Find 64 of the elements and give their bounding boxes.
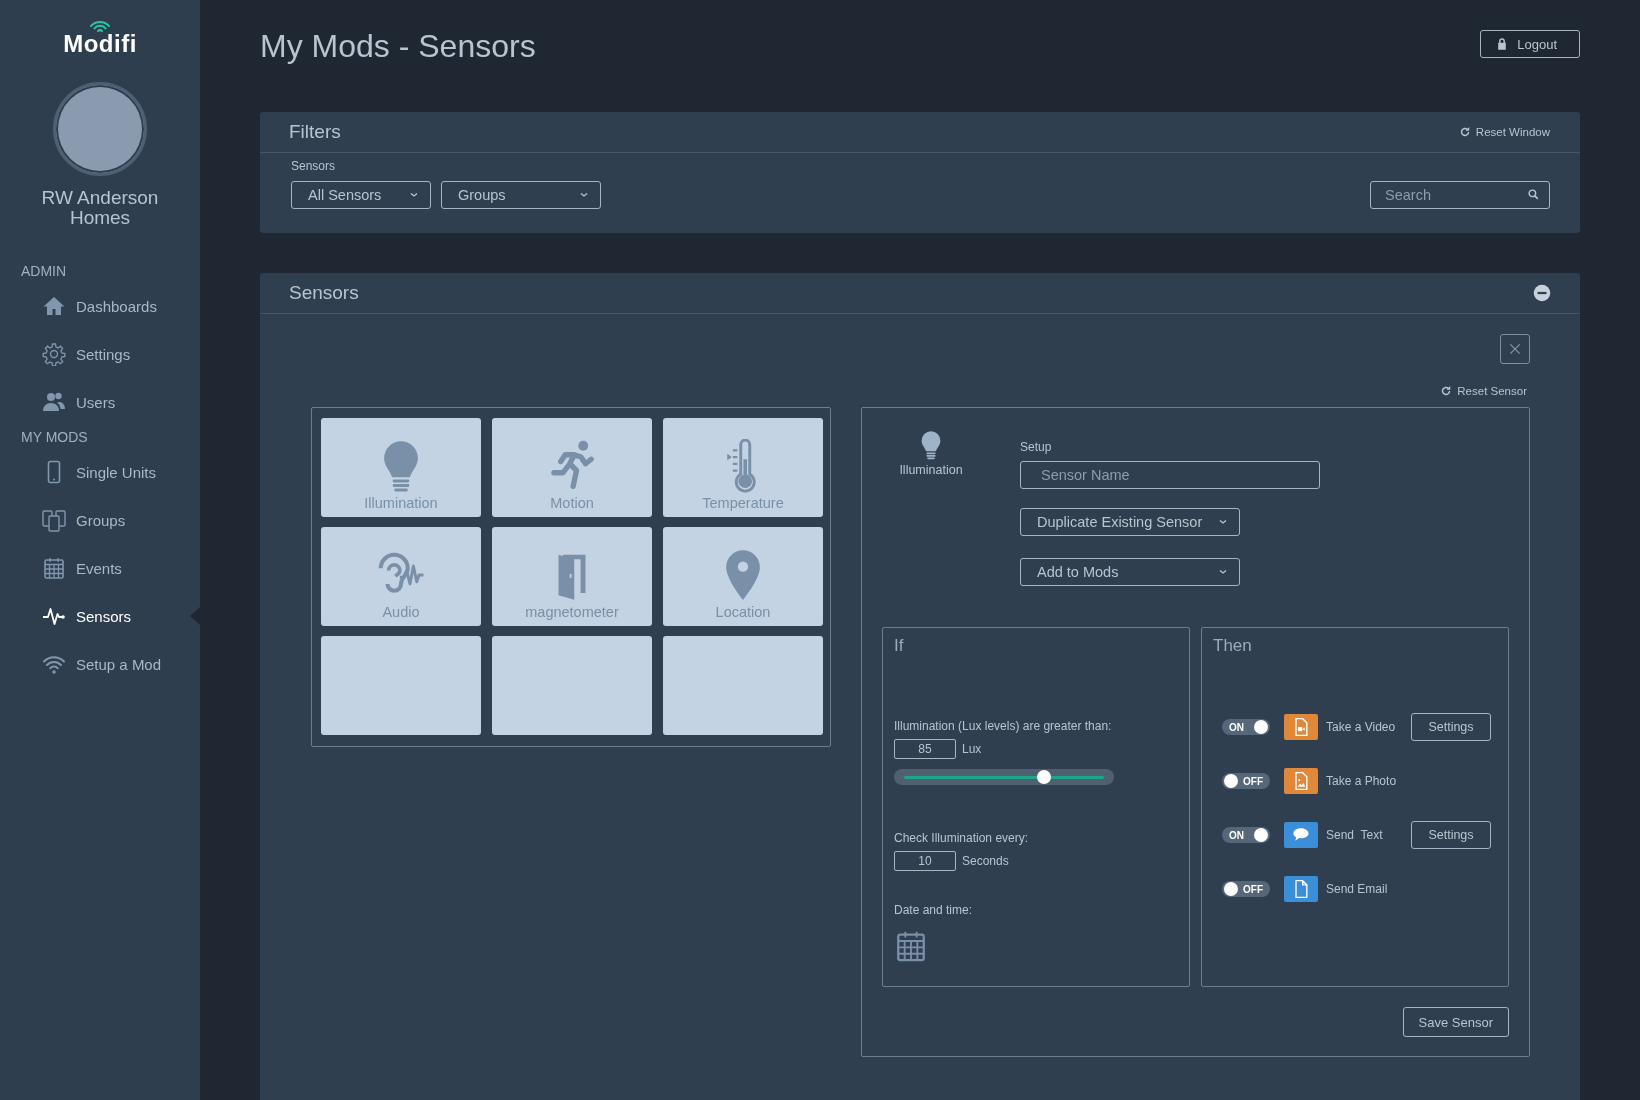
threshold-input[interactable]: 85 (894, 739, 956, 759)
logout-button[interactable]: Logout (1480, 30, 1580, 58)
action-label: Send Text (1326, 828, 1384, 842)
nav-item[interactable]: Setup a Mod (0, 640, 200, 688)
nav-item[interactable]: Settings (0, 330, 200, 378)
filter-dropdown[interactable]: All Sensors (291, 181, 431, 209)
action-label: Send Email (1326, 882, 1389, 896)
close-button[interactable] (1500, 334, 1530, 364)
nav-item[interactable]: Dashboards (0, 282, 200, 330)
brand-logo: Modifi (63, 32, 137, 56)
unit-label: Lux (962, 742, 982, 756)
nav-section-heading: MY MODS (20, 428, 89, 447)
settings-button[interactable]: Settings (1411, 713, 1491, 741)
wifi-icon (89, 20, 111, 32)
reset-window-link[interactable]: Reset Window (1458, 126, 1550, 138)
nav-item[interactable]: Users (0, 378, 200, 426)
gear-icon (42, 342, 66, 366)
reset-sensor-link[interactable]: Reset Sensor (1440, 385, 1527, 397)
unit-label: Seconds (962, 854, 1009, 868)
date-label: Date and time: (894, 903, 974, 917)
active-indicator (190, 607, 200, 625)
nav-item[interactable]: Single Units (0, 448, 200, 496)
nav-item[interactable]: Sensors (0, 592, 200, 640)
threshold-label: Illumination (Lux levels) are greater than: (894, 719, 1113, 733)
sensor-type-label: Illumination (899, 463, 963, 477)
page-title: My Mods - Sensors (260, 27, 536, 65)
calendar-icon (894, 929, 928, 963)
interval-input[interactable]: 10 (894, 851, 956, 871)
calendar-icon (42, 556, 66, 580)
empty-tile[interactable] (321, 636, 481, 735)
toggle-switch[interactable]: ON (1222, 719, 1270, 735)
toggle-switch[interactable]: OFF (1222, 881, 1270, 897)
save-sensor-button[interactable]: Save Sensor (1402, 1007, 1509, 1037)
nav-item[interactable]: Events (0, 544, 200, 592)
toggle-switch[interactable]: OFF (1222, 773, 1270, 789)
search-icon (1527, 188, 1540, 201)
users-icon (42, 390, 66, 414)
action-label: Take a Video (1326, 720, 1397, 734)
nav-section-heading: ADMIN (20, 262, 68, 281)
section-title: If (894, 636, 905, 656)
setup-label: Setup (1020, 440, 1053, 454)
toggle-switch[interactable]: ON (1222, 827, 1270, 843)
devices-icon (42, 508, 66, 532)
action-label: Take a Photo (1326, 774, 1398, 788)
user-name: RW Anderson Homes (40, 188, 160, 228)
close-icon (1507, 341, 1523, 357)
interval-label: Check Illumination every: (894, 831, 1030, 845)
empty-tile[interactable] (663, 636, 823, 735)
sensor-name-field[interactable]: Sensor Name (1020, 461, 1320, 489)
search-field[interactable]: Search (1370, 181, 1550, 209)
panel-title: Sensors (289, 282, 359, 304)
section-title: Then (1213, 636, 1253, 656)
slider-thumb[interactable] (1036, 770, 1051, 784)
nav-item[interactable]: Groups (0, 496, 200, 544)
house-icon (42, 294, 66, 318)
filter-label: Sensors (291, 159, 337, 173)
settings-button[interactable]: Settings (1411, 821, 1491, 849)
refresh-icon (1458, 126, 1471, 138)
dropdown[interactable]: Add to Mods (1020, 558, 1240, 586)
empty-tile[interactable] (492, 636, 652, 735)
dropdown[interactable]: Duplicate Existing Sensor (1020, 508, 1240, 536)
panel-title: Filters (289, 121, 341, 143)
refresh-icon (1440, 385, 1453, 397)
filter-dropdown[interactable]: Groups (441, 181, 601, 209)
